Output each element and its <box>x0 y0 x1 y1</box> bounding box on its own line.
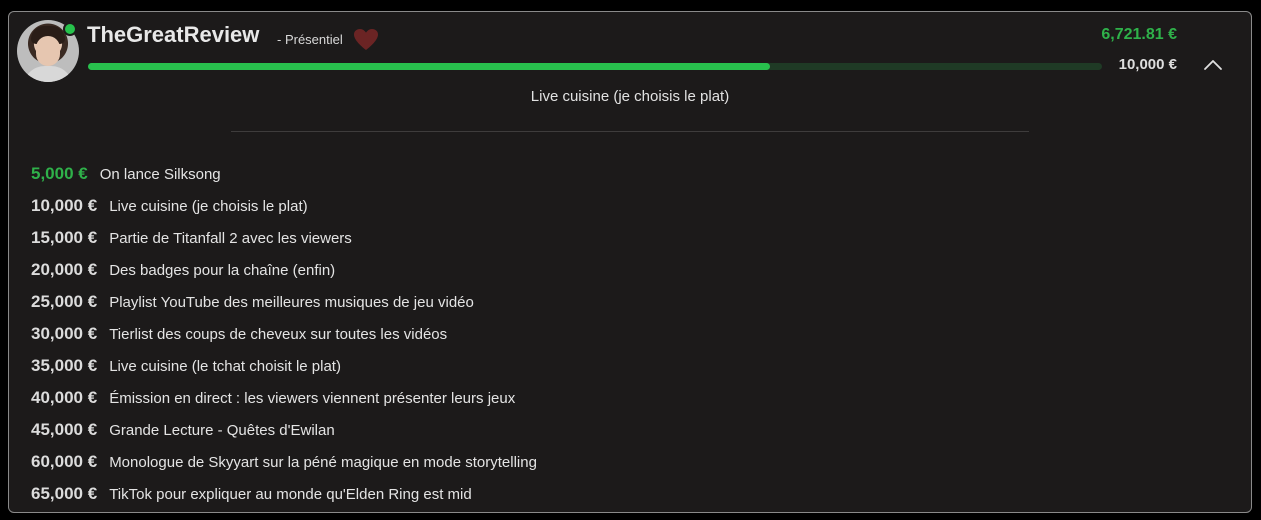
heart-icon[interactable] <box>353 28 379 52</box>
goal-item: 20,000 € Des badges pour la chaîne (enfin… <box>31 254 537 286</box>
goals-list: 5,000 € On lance Silksong 10,000 € Live cui… <box>31 158 537 510</box>
divider <box>231 131 1029 132</box>
goal-item: 10,000 € Live cuisine (je choisis le plat… <box>31 190 537 222</box>
chevron-up-icon[interactable] <box>1201 56 1225 74</box>
goal-item: 5,000 € On lance Silksong <box>31 158 537 190</box>
avatar-face <box>36 36 60 66</box>
goal-item: 45,000 € Grande Lecture - Quêtes d'Ewilan <box>31 414 537 446</box>
current-amount: 6,721.81 € <box>1101 26 1177 43</box>
goal-item-amount: 35,000 € <box>31 356 98 375</box>
avatar-shirt <box>23 66 73 82</box>
goal-item-amount: 60,000 € <box>31 452 98 471</box>
goal-item-text: Monologue de Skyyart sur la péné magique… <box>109 453 537 471</box>
next-goal-label: Live cuisine (je choisis le plat) <box>530 88 730 105</box>
goal-item-amount: 20,000 € <box>31 260 98 279</box>
streamer-subtitle: - Présentiel <box>277 32 343 47</box>
goal-item: 40,000 € Émission en direct : les viewers… <box>31 382 537 414</box>
goal-item-text: Live cuisine (le tchat choisit le plat) <box>109 357 341 375</box>
goal-item-amount: 40,000 € <box>31 388 98 407</box>
streamer-name[interactable]: TheGreatReview <box>87 22 259 48</box>
goal-item-text: On lance Silksong <box>99 165 221 183</box>
online-status-indicator <box>63 22 77 36</box>
goal-item-amount: 45,000 € <box>31 420 98 439</box>
goal-item-text: Playlist YouTube des meilleures musiques… <box>109 293 474 311</box>
goal-item-text: TikTok pour expliquer au monde qu'Elden … <box>109 485 472 503</box>
goal-item-amount: 5,000 € <box>31 164 88 183</box>
goal-item-amount: 65,000 € <box>31 484 98 503</box>
goal-item-text: Tierlist des coups de cheveux sur toutes… <box>109 325 448 343</box>
goal-item-amount: 15,000 € <box>31 228 98 247</box>
progress-bar <box>88 63 1102 70</box>
goal-item: 30,000 € Tierlist des coups de cheveux su… <box>31 318 537 350</box>
goal-item-text: Émission en direct : les viewers viennen… <box>109 389 516 407</box>
goal-item-text: Grande Lecture - Quêtes d'Ewilan <box>109 421 335 439</box>
goal-item: 35,000 € Live cuisine (le tchat choisit l… <box>31 350 537 382</box>
goal-item: 65,000 € TikTok pour expliquer au monde q… <box>31 478 537 510</box>
goal-item: 25,000 € Playlist YouTube des meilleures … <box>31 286 537 318</box>
goal-item-amount: 30,000 € <box>31 324 98 343</box>
goal-item-text: Live cuisine (je choisis le plat) <box>109 197 308 215</box>
goal-amount: 10,000 € <box>1118 56 1177 73</box>
goal-item-text: Des badges pour la chaîne (enfin) <box>109 261 336 279</box>
goal-item: 15,000 € Partie de Titanfall 2 avec les v… <box>31 222 537 254</box>
progress-bar-fill <box>88 63 770 70</box>
subathon-card: TheGreatReview - Présentiel 6,721.81 € 1… <box>8 11 1252 513</box>
goal-item: 60,000 € Monologue de Skyyart sur la péné… <box>31 446 537 478</box>
goal-item-amount: 25,000 € <box>31 292 98 311</box>
goal-item-amount: 10,000 € <box>31 196 98 215</box>
goal-item-text: Partie de Titanfall 2 avec les viewers <box>109 229 352 247</box>
